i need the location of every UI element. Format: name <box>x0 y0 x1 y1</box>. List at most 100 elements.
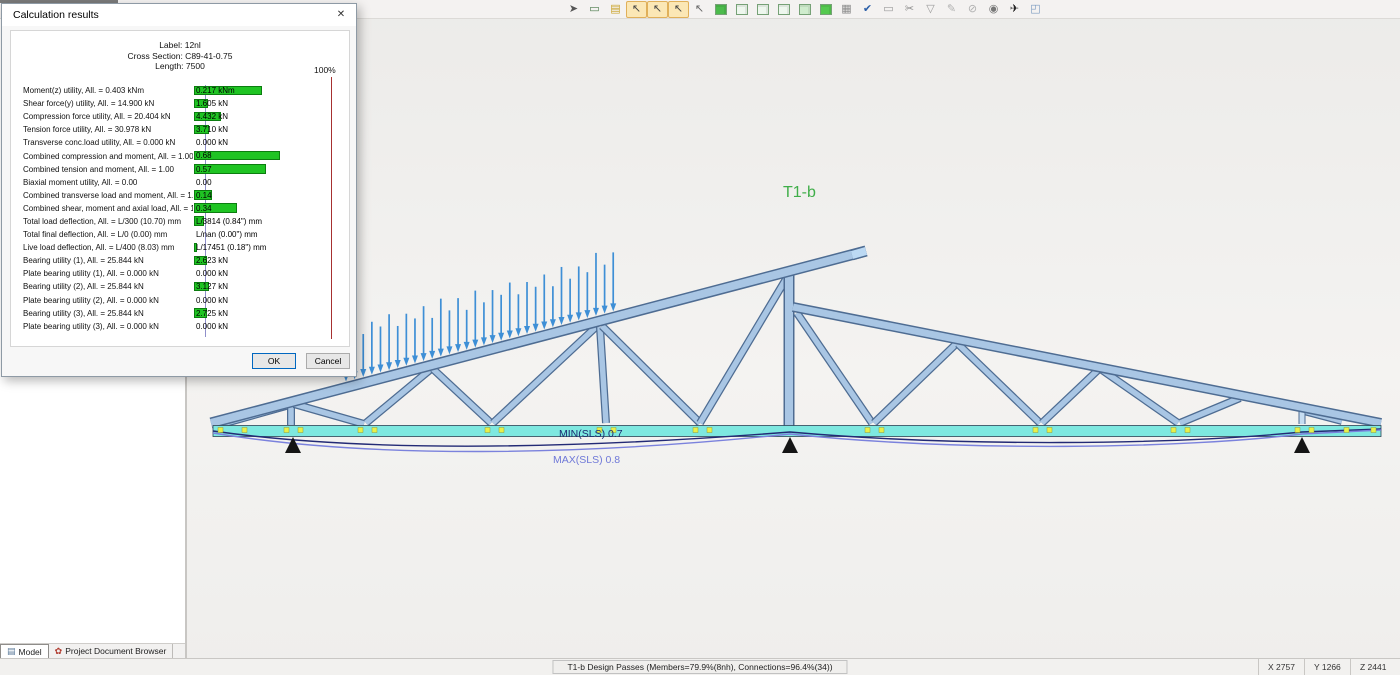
pdb-tab-icon: ✿ <box>55 646 63 657</box>
utility-row: Combined shear, moment and axial load, A… <box>11 202 349 215</box>
utility-bar-cell: 3.710 kN <box>193 123 320 136</box>
utility-row-label: Plate bearing utility (1), All. = 0.000 … <box>11 269 193 278</box>
tab-label: Model <box>19 647 42 657</box>
solid-view-icon[interactable] <box>710 1 731 18</box>
tab-label: Project Document Browser <box>65 646 166 656</box>
member-length: Length: 7500 <box>11 61 349 72</box>
coordinate-cell: X 2757 <box>1258 659 1304 675</box>
utility-bar-cell: 1.605 kN <box>193 97 320 110</box>
member-header: Label: 12nl Cross Section: C89-41-0.75 L… <box>11 40 349 72</box>
utility-bar-value: 0.14 <box>196 191 212 200</box>
utility-bar-cell: 0.00 <box>193 176 320 189</box>
utility-bar-value: 3.710 kN <box>196 125 228 134</box>
shaded-view-icon[interactable] <box>773 1 794 18</box>
eraser-icon[interactable]: ⊘ <box>962 1 983 18</box>
utility-row: Combined compression and moment, All. = … <box>11 149 349 162</box>
application-window: ➤▭▤↖↖↖↖▦✔▭✂▽✎⊘◉✈◰ ▤Model✿Project Documen… <box>0 0 1400 675</box>
utility-bar-cell: 3.127 kN <box>193 280 320 293</box>
axis-100-label: 100% <box>314 65 336 75</box>
utility-bar-value: 1.605 kN <box>196 99 228 108</box>
utility-bar-value: 0.000 kN <box>196 269 228 278</box>
dialog-titlebar[interactable]: Calculation results ✕ <box>2 4 356 26</box>
utility-row: Moment(z) utility, All. = 0.403 kNm0.217… <box>11 84 349 97</box>
utility-bar-cell: 0.000 kN <box>193 294 320 307</box>
export-model-icon[interactable] <box>815 1 836 18</box>
model-canvas[interactable] <box>189 19 1400 658</box>
utility-bar-cell: 4.432 kN <box>193 110 320 123</box>
utility-row: Bearing utility (1), All. = 25.844 kN2.6… <box>11 254 349 267</box>
fly-through-icon[interactable]: ✈ <box>1004 1 1025 18</box>
utility-bar-value: L/nan (0.00") mm <box>196 230 258 239</box>
select-point-icon[interactable]: ↖ <box>626 1 647 18</box>
member-cross-section: Cross Section: C89-41-0.75 <box>11 51 349 62</box>
model-tab-icon: ▤ <box>7 646 16 657</box>
design-status-message: T1-b Design Passes (Members=79.9%(8nh), … <box>552 660 847 674</box>
dialog-title: Calculation results <box>13 9 99 21</box>
hidden-line-view-icon[interactable] <box>752 1 773 18</box>
annotate-pen-icon[interactable]: ✎ <box>941 1 962 18</box>
utility-row: Shear force(y) utility, All. = 14.900 kN… <box>11 97 349 110</box>
zoom-area-icon[interactable]: ▭ <box>584 1 605 18</box>
utility-row: Compression force utility, All. = 20.404… <box>11 110 349 123</box>
pin-icon[interactable]: ➤ <box>563 1 584 18</box>
utility-row-label: Moment(z) utility, All. = 0.403 kNm <box>11 86 193 95</box>
utility-bar-value: L/3814 (0.84") mm <box>196 217 262 226</box>
utility-bar-value: 0.217 kNm <box>196 86 235 95</box>
tab-model[interactable]: ▤Model <box>0 644 49 658</box>
utility-row-label: Bearing utility (2), All. = 25.844 kN <box>11 282 193 291</box>
utility-bar-cell: 0.217 kNm <box>193 84 320 97</box>
utility-bar-cell: 0.57 <box>193 163 320 176</box>
utility-bar-value: L/17451 (0.18") mm <box>196 243 266 252</box>
measure-ruler-icon[interactable]: ▤ <box>605 1 626 18</box>
cascade-windows-icon[interactable]: ◰ <box>1025 1 1046 18</box>
close-icon[interactable]: ✕ <box>326 4 356 25</box>
utility-row-label: Transverse conc.load utility, All. = 0.0… <box>11 138 193 147</box>
cut-member-icon[interactable]: ✂ <box>899 1 920 18</box>
utility-row: Plate bearing utility (3), All. = 0.000 … <box>11 320 349 333</box>
utility-bar-cell: 2.725 kN <box>193 307 320 320</box>
utility-bar-cell: 2.623 kN <box>193 254 320 267</box>
calculation-results-dialog: Calculation results ✕ Label: 12nl Cross … <box>1 3 357 377</box>
coordinate-cell: Y 1266 <box>1304 659 1350 675</box>
utility-row: Total load deflection, All. = L/300 (10.… <box>11 215 349 228</box>
shaded-view-icon <box>778 4 790 15</box>
utility-row: Transverse conc.load utility, All. = 0.0… <box>11 136 349 149</box>
utility-row: Plate bearing utility (2), All. = 0.000 … <box>11 294 349 307</box>
report-table-icon[interactable]: ▦ <box>836 1 857 18</box>
dialog-buttons: OK Cancel <box>2 353 356 370</box>
wireframe-view-icon[interactable] <box>731 1 752 18</box>
utility-row: Bearing utility (2), All. = 25.844 kN3.1… <box>11 280 349 293</box>
utility-row: Combined tension and moment, All. = 1.00… <box>11 163 349 176</box>
tab-project-document-browser[interactable]: ✿Project Document Browser <box>49 644 174 658</box>
utility-row: Combined transverse load and moment, All… <box>11 189 349 202</box>
utility-bar-cell: L/nan (0.00") mm <box>193 228 320 241</box>
member-box-icon[interactable]: ▭ <box>878 1 899 18</box>
utility-row-label: Shear force(y) utility, All. = 14.900 kN <box>11 99 193 108</box>
filter-icon[interactable]: ▽ <box>920 1 941 18</box>
approve-design-icon[interactable]: ✔ <box>857 1 878 18</box>
transparent-view-icon[interactable] <box>794 1 815 18</box>
utility-bar-value: 0.000 kN <box>196 138 228 147</box>
select-label-icon[interactable]: ↖ <box>689 1 710 18</box>
utility-bar-value: 0.00 <box>196 178 212 187</box>
utility-bar-value: 0.68 <box>196 151 212 160</box>
utility-row-label: Tension force utility, All. = 30.978 kN <box>11 125 193 134</box>
utility-rows: Moment(z) utility, All. = 0.403 kNm0.217… <box>11 84 349 333</box>
visibility-eye-icon[interactable]: ◉ <box>983 1 1004 18</box>
select-plane-icon[interactable]: ↖ <box>668 1 689 18</box>
utility-row-label: Plate bearing utility (2), All. = 0.000 … <box>11 296 193 305</box>
wireframe-view-icon <box>736 4 748 15</box>
utility-bar-cell: L/17451 (0.18") mm <box>193 241 320 254</box>
utility-row: Total final deflection, All. = L/0 (0.00… <box>11 228 349 241</box>
select-line-icon[interactable]: ↖ <box>647 1 668 18</box>
cancel-button[interactable]: Cancel <box>306 353 350 369</box>
utility-bar-value: 4.432 kN <box>196 112 228 121</box>
export-model-icon <box>820 4 832 15</box>
utility-row: Plate bearing utility (1), All. = 0.000 … <box>11 267 349 280</box>
utility-row: Tension force utility, All. = 30.978 kN3… <box>11 123 349 136</box>
coordinate-cell: Z 2441 <box>1350 659 1396 675</box>
ok-button[interactable]: OK <box>252 353 296 369</box>
utility-bar-cell: L/3814 (0.84") mm <box>193 215 320 228</box>
utility-row-label: Total load deflection, All. = L/300 (10.… <box>11 217 193 226</box>
member-label: Label: 12nl <box>11 40 349 51</box>
